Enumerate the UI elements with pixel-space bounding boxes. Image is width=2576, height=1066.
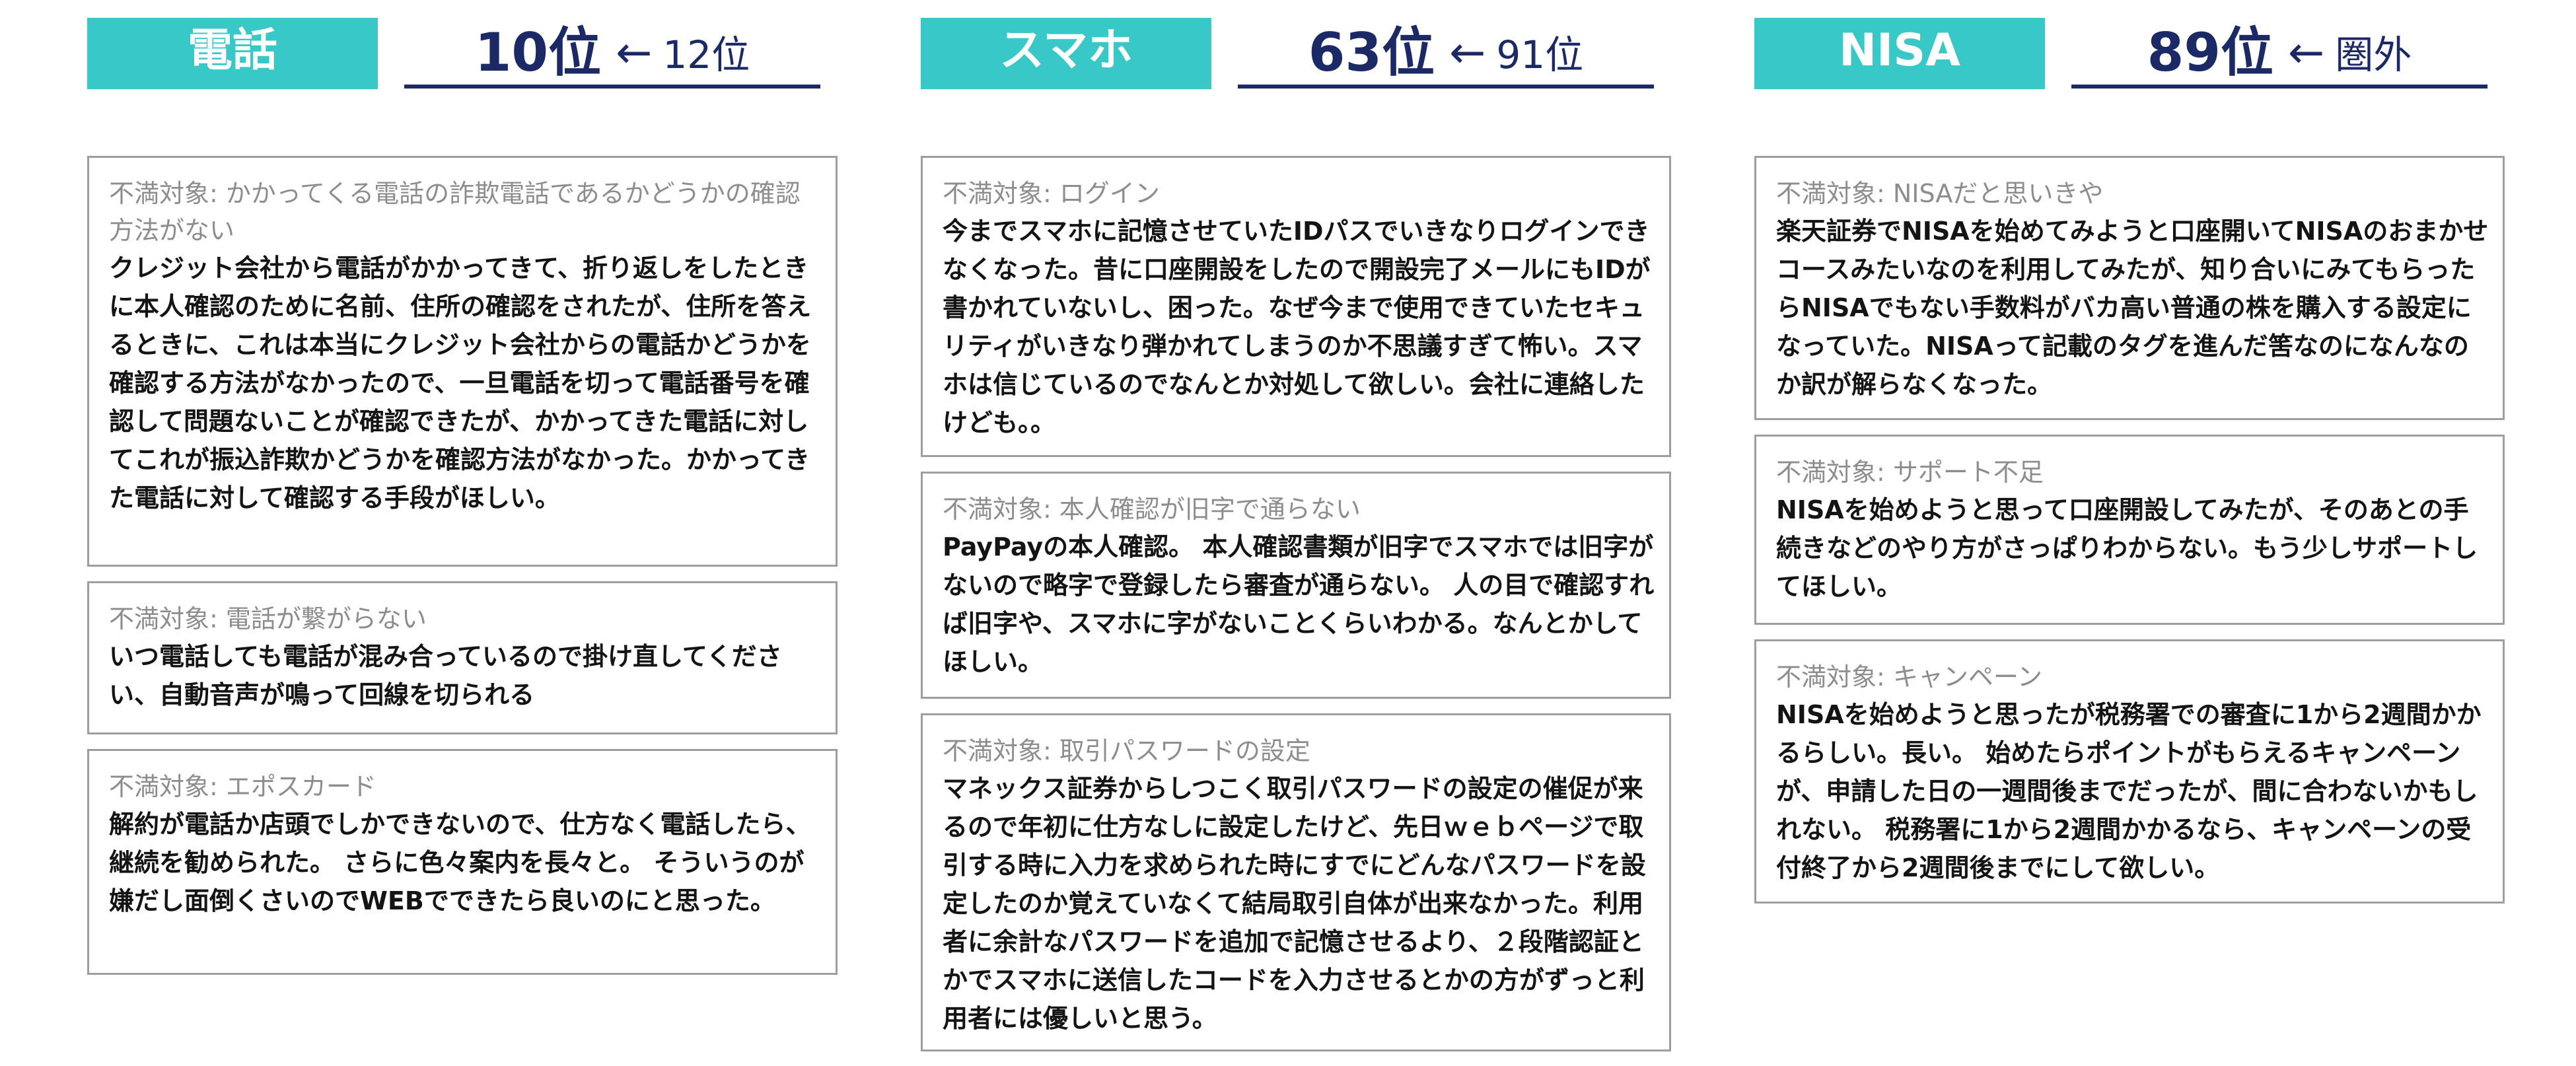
- complaint-target: 不満対象: 電話が繋がらない: [109, 604, 427, 633]
- category-badge: NISA: [1754, 18, 2045, 89]
- complaint-card: 不満対象: 本人確認が旧字で通らない PayPayの本人確認。 本人確認書類が旧…: [921, 472, 1671, 699]
- arrow-left-icon: ←: [616, 27, 653, 78]
- column-header: 電話 10位 ← 12位: [87, 16, 840, 96]
- complaint-target: 不満対象: エポスカード: [109, 772, 376, 801]
- complaint-text: マネックス証券からしつこく取引パスワードの設定の催促が来るので年初に仕方なしに設…: [943, 774, 1646, 1033]
- card-list: 不満対象: かかってくる電話の詐欺電話であるかどうかの確認方法がない クレジット…: [87, 156, 840, 975]
- category-badge: スマホ: [921, 18, 1211, 89]
- rank-previous: 圏外: [2335, 32, 2412, 77]
- complaint-card: 不満対象: キャンペーン NISAを始めようと思ったが税務署での審査に1から2週…: [1754, 639, 2505, 904]
- complaint-target: 不満対象: ログイン: [943, 179, 1160, 208]
- complaint-target: 不満対象: 取引パスワードの設定: [943, 736, 1310, 765]
- complaint-text: いつ電話しても電話が混み合っているので掛け直してください、自動音声が鳴って回線を…: [109, 642, 782, 709]
- complaint-text: 解約が電話か店頭でしかできないので、仕方なく電話したら、継続を勧められた。 さら…: [109, 810, 811, 915]
- complaint-card: 不満対象: ログイン 今までスマホに記憶させていたIDパスでいきなりログインでき…: [921, 156, 1671, 457]
- column-nisa: NISA 89位 ← 圏外 不満対象: NISAだと思いきや 楽天証券でNISA…: [1754, 16, 2507, 918]
- complaint-card: 不満対象: かかってくる電話の詐欺電話であるかどうかの確認方法がない クレジット…: [87, 156, 838, 567]
- category-badge: 電話: [87, 18, 378, 89]
- complaint-card: 不満対象: サポート不足 NISAを始めようと思って口座開設してみたが、そのあと…: [1754, 435, 2505, 625]
- complaint-text: 今までスマホに記憶させていたIDパスでいきなりログインできなくなった。昔に口座開…: [943, 217, 1651, 437]
- rank-current: 89位: [2147, 22, 2273, 83]
- rank-previous: 12位: [662, 32, 750, 77]
- column-header: NISA 89位 ← 圏外: [1754, 16, 2507, 96]
- complaint-card: 不満対象: 取引パスワードの設定 マネックス証券からしつこく取引パスワードの設定…: [921, 713, 1671, 1051]
- complaint-target: 不満対象: かかってくる電話の詐欺電話であるかどうかの確認方法がない: [109, 179, 801, 245]
- complaint-target: 不満対象: キャンペーン: [1776, 662, 2042, 692]
- rank-indicator: 63位 ← 91位: [1238, 16, 1654, 89]
- complaint-text: PayPayの本人確認。 本人確認書類が旧字でスマホでは旧字がないので略字で登録…: [943, 532, 1655, 676]
- complaint-text: NISAを始めようと思って口座開設してみたが、そのあとの手続きなどのやり方がさっ…: [1776, 495, 2478, 601]
- complaint-card: 不満対象: エポスカード 解約が電話か店頭でしかできないので、仕方なく電話したら…: [87, 749, 838, 975]
- column-header: スマホ 63位 ← 91位: [921, 16, 1674, 96]
- complaint-text: クレジット会社から電話がかかってきて、折り返しをしたときに本人確認のために名前、…: [109, 254, 812, 513]
- complaint-target: 不満対象: サポート不足: [1776, 458, 2044, 487]
- complaint-card: 不満対象: 電話が繋がらない いつ電話しても電話が混み合っているので掛け直してく…: [87, 581, 838, 734]
- complaint-text: 楽天証券でNISAを始めてみようと口座開いてNISAのおまかせコースみたいなのを…: [1776, 217, 2489, 399]
- column-phone: 電話 10位 ← 12位 不満対象: かかってくる電話の詐欺電話であるかどうかの…: [87, 16, 840, 989]
- complaint-card: 不満対象: NISAだと思いきや 楽天証券でNISAを始めてみようと口座開いてN…: [1754, 156, 2505, 420]
- card-list: 不満対象: ログイン 今までスマホに記憶させていたIDパスでいきなりログインでき…: [921, 156, 1674, 1051]
- arrow-left-icon: ←: [2288, 27, 2325, 78]
- arrow-left-icon: ←: [1449, 27, 1486, 78]
- rank-current: 10位: [474, 22, 602, 83]
- complaint-target: 不満対象: NISAだと思いきや: [1776, 179, 2104, 208]
- rank-previous: 91位: [1496, 32, 1584, 77]
- complaint-text: NISAを始めようと思ったが税務署での審査に1から2週間かかるらしい。長い。 始…: [1776, 700, 2482, 882]
- rank-indicator: 10位 ← 12位: [404, 16, 820, 89]
- card-list: 不満対象: NISAだと思いきや 楽天証券でNISAを始めてみようと口座開いてN…: [1754, 156, 2507, 904]
- column-smartphone: スマホ 63位 ← 91位 不満対象: ログイン 今までスマホに記憶させていたI…: [921, 16, 1674, 1066]
- complaint-target: 不満対象: 本人確認が旧字で通らない: [943, 495, 1361, 524]
- rank-indicator: 89位 ← 圏外: [2071, 16, 2487, 89]
- rank-current: 63位: [1308, 22, 1435, 83]
